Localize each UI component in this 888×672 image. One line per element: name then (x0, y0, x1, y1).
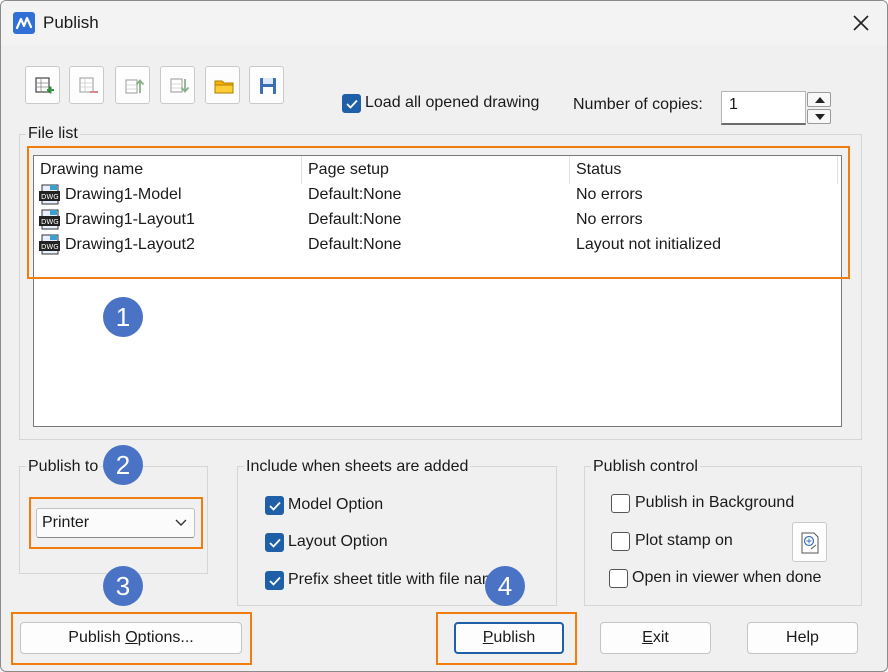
load-list-button[interactable] (205, 66, 240, 104)
plot-stamp-checkbox[interactable] (611, 532, 630, 551)
remove-sheets-button[interactable] (69, 66, 104, 104)
prefix-title-label: Prefix sheet title with file name (288, 571, 505, 588)
copies-input[interactable]: 1 (721, 91, 806, 125)
title-bar: Publish (1, 1, 887, 45)
plot-stamp-label: Plot stamp on (635, 532, 733, 549)
layout-option-label: Layout Option (288, 533, 388, 550)
move-up-button[interactable] (115, 66, 150, 104)
app-logo-icon (13, 12, 35, 34)
layout-option-checkbox[interactable] (265, 533, 284, 552)
callout-highlight-file-list (27, 146, 850, 279)
file-list-title: File list (26, 125, 80, 143)
publish-background-label: Publish in Background (635, 494, 795, 511)
publish-background-checkbox[interactable] (611, 494, 630, 513)
callout-badge-2: 2 (103, 445, 143, 485)
callout-highlight-publish-to (29, 497, 203, 549)
save-list-button[interactable] (249, 66, 284, 104)
callout-badge-4: 4 (485, 566, 525, 606)
load-all-checkbox[interactable] (342, 94, 361, 113)
checkmark-icon (269, 576, 281, 586)
chevron-down-icon (815, 114, 825, 120)
callout-badge-1: 1 (103, 297, 143, 337)
help-button[interactable]: Help (747, 622, 858, 654)
add-sheets-button[interactable] (25, 66, 60, 104)
exit-button[interactable]: Exit (600, 622, 711, 654)
callout-badge-3: 3 (103, 566, 143, 606)
chevron-up-icon (815, 97, 825, 103)
add-sheets-icon (35, 77, 54, 94)
checkmark-icon (269, 501, 281, 511)
copies-down-button[interactable] (807, 109, 831, 124)
model-option-checkbox[interactable] (265, 496, 284, 515)
open-folder-icon (214, 80, 234, 94)
remove-sheets-icon (79, 77, 98, 93)
model-option-label: Model Option (288, 496, 384, 513)
window-title: Publish (43, 13, 99, 32)
callout-highlight-publish (436, 612, 577, 665)
prefix-title-checkbox[interactable] (265, 571, 284, 590)
publish-dialog: Publish Load all opened drawing Number o… (0, 0, 888, 672)
checkmark-icon (346, 99, 358, 109)
callout-highlight-options (11, 612, 252, 665)
move-down-icon (170, 78, 190, 93)
include-title: Include when sheets are added (244, 458, 471, 476)
plot-stamp-icon (801, 532, 819, 554)
publish-to-title: Publish to (26, 458, 101, 476)
publish-control-title: Publish control (591, 458, 700, 476)
open-viewer-checkbox[interactable] (609, 569, 628, 588)
move-up-icon (125, 79, 145, 94)
close-icon[interactable] (849, 11, 873, 35)
open-viewer-label: Open in viewer when done (632, 569, 822, 586)
plot-stamp-settings-button[interactable] (792, 522, 827, 562)
copies-up-button[interactable] (807, 92, 831, 107)
move-down-button[interactable] (160, 66, 195, 104)
checkmark-icon (269, 538, 281, 548)
copies-label: Number of copies: (573, 96, 703, 113)
save-icon (260, 78, 276, 94)
load-all-label: Load all opened drawing (365, 94, 540, 111)
